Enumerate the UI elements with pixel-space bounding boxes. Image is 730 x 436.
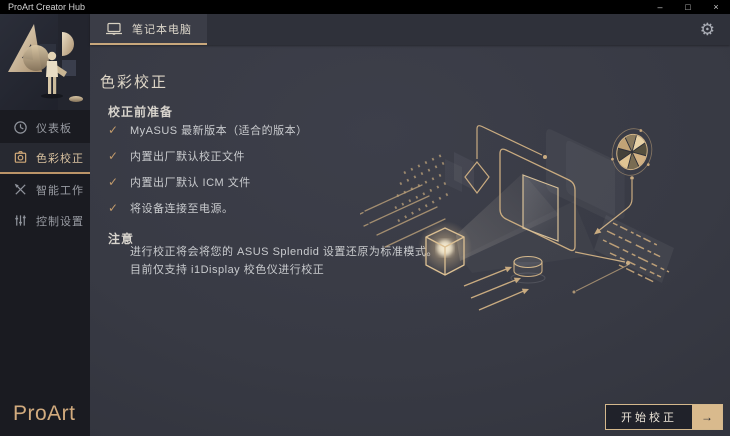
control-settings-icon xyxy=(13,213,28,228)
tab-label: 笔记本电脑 xyxy=(132,21,192,37)
check-icon: ✓ xyxy=(108,149,130,163)
sidebar-item-label: 智能工作 xyxy=(36,182,84,198)
minimize-button[interactable]: – xyxy=(646,0,674,14)
checklist-item-label: 将设备连接至电源。 xyxy=(130,200,234,216)
close-button[interactable]: × xyxy=(702,0,730,14)
sidebar-item-dashboard[interactable]: 仪表板 xyxy=(0,112,90,143)
check-icon: ✓ xyxy=(108,201,130,215)
laptop-icon xyxy=(105,22,123,36)
check-icon: ✓ xyxy=(108,123,130,137)
arrow-right-icon: → xyxy=(692,405,722,429)
tab-strip: 笔记本电脑 xyxy=(90,14,730,45)
smart-work-icon xyxy=(13,182,28,197)
sidebar-item-control-settings[interactable]: 控制设置 xyxy=(0,205,90,236)
sidebar-menu: 仪表板 色彩校正 智能工作 控制设置 xyxy=(0,112,90,236)
gear-icon[interactable]: ⚙ xyxy=(700,20,715,40)
dashboard-icon xyxy=(13,120,28,135)
checklist-item-label: 内置出厂默认 ICM 文件 xyxy=(130,174,251,190)
page-title: 色彩校正 xyxy=(100,71,168,92)
checklist-item-label: 内置出厂默认校正文件 xyxy=(130,148,245,164)
sidebar-item-color-calibration[interactable]: 色彩校正 xyxy=(0,143,90,174)
start-calibration-label: 开始校正 xyxy=(606,405,692,429)
maximize-button[interactable]: □ xyxy=(674,0,702,14)
sidebar-item-smart-work[interactable]: 智能工作 xyxy=(0,174,90,205)
sidebar-item-label: 控制设置 xyxy=(36,213,84,229)
sidebar-artwork xyxy=(0,14,90,110)
start-calibration-button[interactable]: 开始校正 → xyxy=(605,404,723,430)
sidebar: 仪表板 色彩校正 智能工作 控制设置 xyxy=(0,14,91,436)
checklist-item-label: MyASUS 最新版本（适合的版本） xyxy=(130,122,308,138)
color-calibration-icon xyxy=(13,150,28,165)
proart-logo: ProArt xyxy=(13,402,76,426)
check-icon: ✓ xyxy=(108,175,130,189)
window-controls: – □ × xyxy=(646,0,730,14)
window-title: ProArt Creator Hub xyxy=(8,0,85,14)
calibration-illustration xyxy=(360,95,730,330)
sidebar-item-label: 色彩校正 xyxy=(36,150,84,166)
app-window: ProArt Creator Hub – □ × xyxy=(0,0,730,436)
title-bar: ProArt Creator Hub – □ × xyxy=(0,0,730,14)
tab-laptop[interactable]: 笔记本电脑 xyxy=(90,14,207,45)
sidebar-item-label: 仪表板 xyxy=(36,120,72,136)
main-panel: 笔记本电脑 ⚙ 色彩校正 校正前准备 ✓ MyASUS 最新版本（适合的版本） … xyxy=(90,14,730,436)
